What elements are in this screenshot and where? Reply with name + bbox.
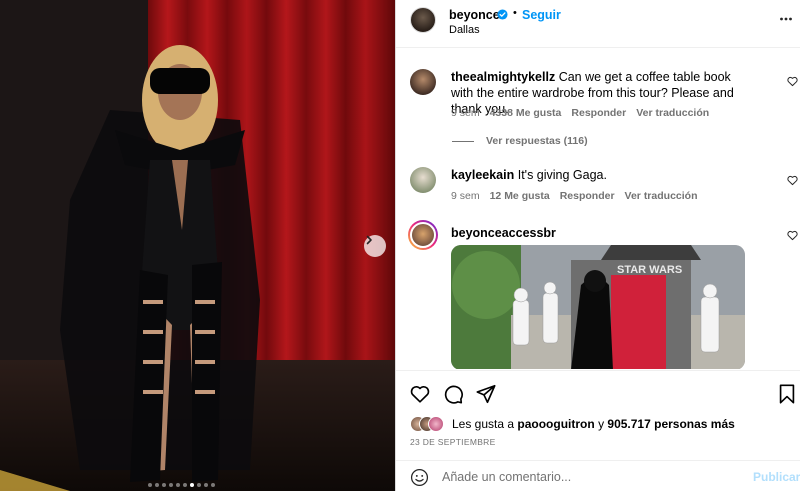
commenter-username[interactable]: kayleekain [451, 168, 514, 182]
comment-gif[interactable]: STAR WARS [451, 245, 745, 369]
author-avatar[interactable] [410, 7, 436, 33]
heart-icon[interactable] [409, 383, 431, 405]
translate-button[interactable]: Ver traducción [625, 190, 698, 202]
likes-joiner: y [598, 417, 605, 431]
comment-meta: 9 sem 12 Me gusta Responder Ver traducci… [451, 190, 698, 202]
view-replies-label: Ver respuestas (116) [486, 135, 588, 147]
publish-button[interactable]: Publicar [753, 470, 800, 484]
carousel-dot [183, 483, 187, 487]
commenter-username[interactable]: beyonceaccessbr [451, 226, 556, 240]
bookmark-icon[interactable] [776, 383, 798, 405]
chevron-right-icon [366, 235, 372, 245]
carousel-dot [204, 483, 208, 487]
post-header: beyonce • Seguir Dallas [396, 0, 800, 48]
commenter-username[interactable]: theealmightykellz [451, 70, 555, 84]
carousel-dot [155, 483, 159, 487]
verified-badge-icon [497, 9, 508, 20]
post-photo [0, 0, 395, 491]
gif-sign-text: STAR WARS [617, 264, 682, 276]
more-options-icon[interactable] [779, 12, 793, 26]
comment-icon[interactable] [442, 383, 464, 405]
translate-button[interactable]: Ver traducción [636, 107, 709, 119]
follow-button[interactable]: Seguir [522, 8, 561, 22]
view-replies-button[interactable]: Ver respuestas (116) [452, 135, 588, 147]
reply-button[interactable]: Responder [571, 107, 626, 119]
carousel-dots [148, 483, 215, 487]
comment-time: 9 sem [451, 190, 480, 202]
gif-image: STAR WARS [451, 245, 745, 369]
emoji-icon[interactable] [410, 468, 429, 487]
post-actions: Les gusta a paoooguitron y 905.717 perso… [396, 370, 800, 490]
comment-like-heart-icon[interactable] [787, 76, 798, 87]
comment-text: It's giving Gaga. [517, 168, 607, 182]
likes-summary: Les gusta a paoooguitron y 905.717 perso… [410, 416, 735, 432]
post-location[interactable]: Dallas [449, 24, 480, 36]
reply-button[interactable]: Responder [560, 190, 615, 202]
commenter-avatar [410, 222, 436, 248]
carousel-dot [176, 483, 180, 487]
post-date[interactable]: 23 DE SEPTIEMBRE [410, 437, 496, 447]
share-icon[interactable] [475, 383, 497, 405]
replies-divider [452, 140, 474, 142]
likes-count[interactable]: 905.717 personas más [607, 417, 734, 431]
comment-like-heart-icon[interactable] [787, 230, 798, 241]
likes-prefix: Les gusta a [452, 417, 515, 431]
header-separator: • [513, 7, 517, 19]
post-details-panel: beyonce • Seguir Dallas theealmightykell… [395, 0, 800, 491]
liker-avatar [428, 416, 444, 432]
carousel-dot [169, 483, 173, 487]
post-media[interactable] [0, 0, 395, 491]
comment-composer: Publicar [396, 460, 800, 491]
liker-username[interactable]: paoooguitron [517, 417, 594, 431]
comment-likes[interactable]: 12 Me gusta [490, 190, 550, 202]
comments-list[interactable]: theealmightykellz Can we get a coffee ta… [396, 49, 800, 369]
comment-time: 9 sem [451, 107, 480, 119]
liker-avatars[interactable] [410, 416, 444, 432]
next-media-button[interactable] [364, 235, 386, 257]
carousel-dot [211, 483, 215, 487]
comment-like-heart-icon[interactable] [787, 175, 798, 186]
comment-input[interactable] [442, 467, 742, 487]
comment-likes[interactable]: 4338 Me gusta [490, 107, 562, 119]
carousel-dot [190, 483, 194, 487]
comment-meta: 9 sem 4338 Me gusta Responder Ver traduc… [451, 107, 709, 119]
story-ring[interactable] [408, 220, 438, 250]
carousel-dot [148, 483, 152, 487]
carousel-dot [162, 483, 166, 487]
commenter-avatar[interactable] [410, 69, 436, 95]
author-username[interactable]: beyonce [449, 8, 500, 22]
commenter-avatar[interactable] [410, 167, 436, 193]
carousel-dot [197, 483, 201, 487]
